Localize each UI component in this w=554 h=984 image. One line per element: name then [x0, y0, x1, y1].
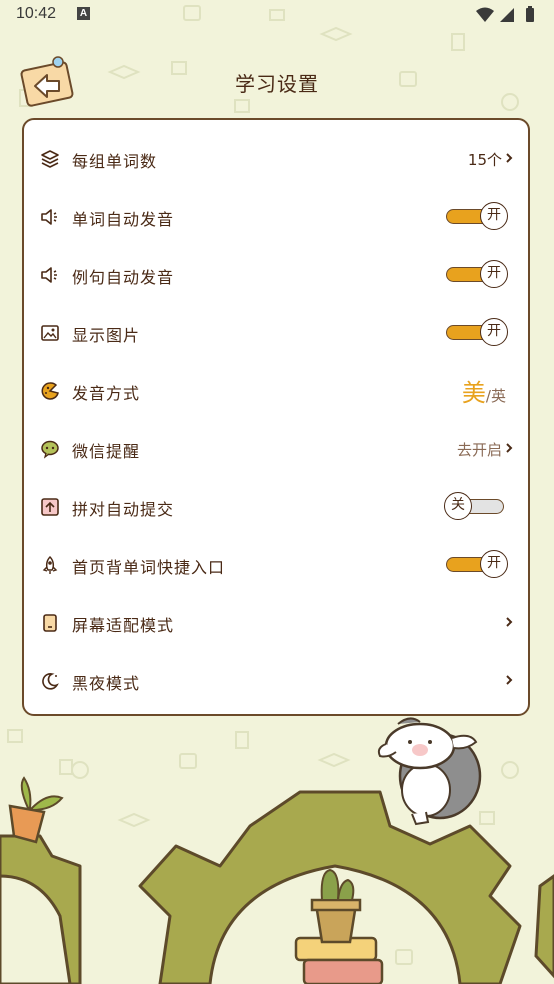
toggle-switch[interactable]: 开: [444, 201, 508, 231]
toggle-switch[interactable]: 关: [444, 491, 508, 521]
setting-value: 去开启: [456, 441, 502, 459]
setting-label: 拼对自动提交: [72, 500, 175, 519]
header: 学习设置: [0, 40, 554, 120]
page-title: 学习设置: [235, 72, 319, 96]
upload-icon: [41, 498, 59, 516]
setting-row-sentence-auto-pronounce: 例句自动发音 开: [24, 245, 528, 303]
decorative-illustration: [0, 717, 554, 984]
setting-label: 首页背单词快捷入口: [72, 558, 226, 577]
moon-icon: [42, 673, 59, 690]
setting-row-pronunciation-mode[interactable]: 发音方式 美/英: [24, 361, 528, 419]
setting-row-auto-submit: 拼对自动提交 关: [24, 477, 528, 535]
setting-label: 微信提醒: [72, 442, 141, 461]
battery-icon: [526, 8, 534, 22]
settings-card: 每组单词数 15个 单词自动发音 开 例句自动发音 开 显示图片 开 发音方式 …: [22, 118, 530, 716]
accent-selector[interactable]: 美/英: [462, 373, 506, 408]
setting-row-home-shortcut: 首页背单词快捷入口 开: [24, 535, 528, 593]
chevron-right-icon: [506, 443, 513, 453]
chevron-right-icon: [506, 675, 513, 685]
setting-label: 单词自动发音: [72, 210, 175, 229]
toggle-knob: 关: [444, 492, 472, 520]
cactus-on-books-illustration: [294, 868, 384, 984]
rocket-icon: [42, 555, 58, 574]
wechat-icon: [41, 440, 59, 459]
setting-label: 例句自动发音: [72, 268, 175, 287]
speaker-icon: [41, 209, 57, 225]
toggle-switch[interactable]: 开: [444, 549, 508, 579]
toggle-knob: 开: [480, 550, 508, 578]
gear-illustration-left: [0, 834, 82, 984]
tablet-icon: [43, 614, 57, 632]
speaker-icon: [41, 267, 57, 283]
setting-row-screen-adapt[interactable]: 屏幕适配模式: [24, 593, 528, 651]
image-icon: [41, 325, 59, 341]
toggle-knob: 开: [480, 260, 508, 288]
setting-label: 每组单词数: [72, 152, 158, 171]
setting-row-dark-mode[interactable]: 黑夜模式: [24, 651, 528, 709]
accent-uk[interactable]: 英: [491, 387, 506, 405]
pronunciation-icon: [41, 382, 59, 400]
setting-label: 黑夜模式: [72, 674, 141, 693]
signal-icon: [500, 8, 514, 22]
setting-label: 屏幕适配模式: [72, 616, 175, 635]
toggle-knob: 开: [480, 318, 508, 346]
setting-row-words-per-group[interactable]: 每组单词数 15个: [24, 129, 528, 187]
toggle-knob: 开: [480, 202, 508, 230]
setting-label: 显示图片: [72, 326, 141, 345]
setting-value: 15个: [467, 151, 502, 169]
hamster-illustration: [377, 717, 482, 826]
potted-plant-small: [8, 776, 64, 844]
chevron-right-icon: [506, 617, 513, 627]
clock: 10:42: [16, 5, 57, 22]
toggle-switch[interactable]: 开: [444, 259, 508, 289]
layers-icon: [41, 150, 59, 168]
toggle-switch[interactable]: 开: [444, 317, 508, 347]
system-status-icons: [476, 6, 534, 22]
status-bar: 10:42 A: [0, 0, 554, 30]
notification-icon: A: [77, 7, 90, 20]
setting-row-word-auto-pronounce: 单词自动发音 开: [24, 187, 528, 245]
setting-label: 发音方式: [72, 384, 141, 403]
chevron-right-icon: [506, 153, 513, 163]
accent-us[interactable]: 美: [462, 379, 486, 407]
setting-row-show-images: 显示图片 开: [24, 303, 528, 361]
setting-row-wechat-reminder[interactable]: 微信提醒 去开启: [24, 419, 528, 477]
wifi-icon: [476, 7, 494, 22]
